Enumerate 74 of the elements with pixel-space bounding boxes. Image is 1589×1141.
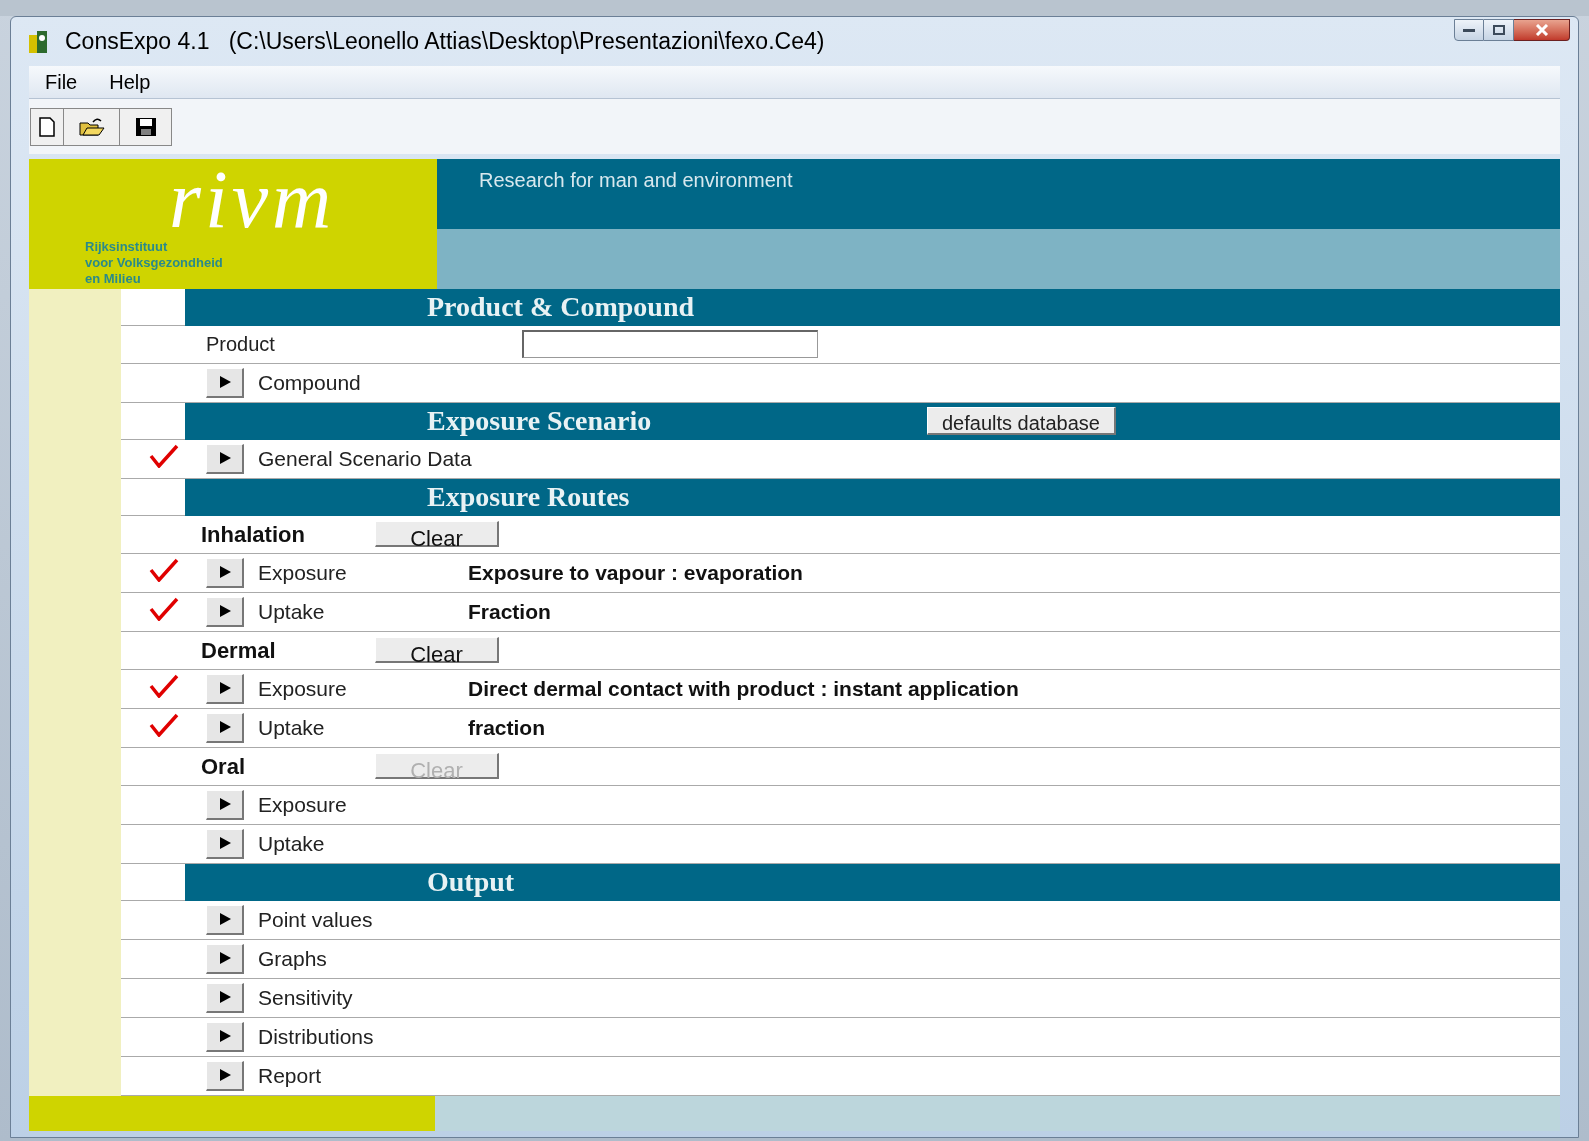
play-arrow-icon	[217, 797, 232, 812]
expand-button[interactable]	[206, 789, 244, 820]
item-value: Direct dermal contact with product : instant application	[468, 675, 1019, 702]
section-title: Exposure Scenario	[427, 404, 653, 439]
play-arrow-icon	[217, 1068, 232, 1083]
item-label: Compound	[258, 369, 362, 396]
play-arrow-icon	[217, 836, 232, 851]
play-arrow-icon	[217, 912, 232, 927]
menu-item[interactable]: Help	[99, 67, 161, 98]
institute-name-line: en Milieu	[85, 271, 142, 288]
expand-button[interactable]	[206, 596, 244, 627]
play-arrow-icon	[217, 990, 232, 1005]
defaults-database-button[interactable]: defaults database	[927, 407, 1116, 436]
expand-button[interactable]	[206, 1021, 244, 1052]
item-label: Sensitivity	[258, 984, 354, 1011]
section-title: Exposure Routes	[427, 480, 631, 515]
section-title: Product & Compound	[427, 290, 696, 325]
minimize-button[interactable]	[1454, 19, 1484, 41]
tagline: Research for man and environment	[479, 169, 793, 192]
expand-button[interactable]	[206, 673, 244, 704]
clear-button[interactable]: Clear	[375, 521, 499, 548]
new-file-button[interactable]	[30, 107, 64, 146]
play-arrow-icon	[217, 720, 232, 735]
item-value: fraction	[468, 714, 545, 741]
maximize-button[interactable]	[1484, 19, 1514, 41]
expand-button[interactable]	[206, 712, 244, 743]
section-title: Output	[427, 865, 516, 900]
logo-text: rivm	[169, 159, 336, 242]
item-label: Report	[258, 1062, 323, 1089]
open-file-button[interactable]	[64, 107, 120, 146]
route-label: Dermal	[201, 636, 277, 665]
expand-button[interactable]	[206, 982, 244, 1013]
item-label: Exposure	[258, 559, 348, 586]
folder-icon	[78, 116, 105, 137]
close-icon	[1534, 24, 1549, 36]
expand-button[interactable]	[206, 943, 244, 974]
floppy-icon	[134, 116, 157, 137]
expand-button[interactable]	[206, 1060, 244, 1091]
item-label: Point values	[258, 906, 374, 933]
clear-button[interactable]: Clear	[375, 637, 499, 664]
save-file-button[interactable]	[120, 107, 172, 146]
expand-button[interactable]	[206, 904, 244, 935]
item-label: Exposure	[258, 791, 348, 818]
route-label: Inhalation	[201, 520, 306, 549]
play-arrow-icon	[217, 565, 232, 580]
item-label: Distributions	[258, 1023, 375, 1050]
play-arrow-icon	[217, 604, 232, 619]
expand-button[interactable]	[206, 443, 244, 474]
item-label: Uptake	[258, 830, 326, 857]
item-value: Fraction	[468, 598, 551, 625]
field-label: Product	[206, 332, 276, 358]
expand-button[interactable]	[206, 557, 244, 588]
menu-item[interactable]: File	[35, 67, 88, 98]
play-arrow-icon	[217, 681, 232, 696]
expand-button[interactable]	[206, 828, 244, 859]
institute-name-line: Rijksinstituut	[85, 239, 169, 256]
page-icon	[38, 116, 56, 137]
clear-button: Clear	[375, 753, 499, 780]
product-input-field[interactable]	[522, 330, 818, 359]
item-label: Uptake	[258, 598, 326, 625]
play-arrow-icon	[217, 951, 232, 966]
item-label: Exposure	[258, 675, 348, 702]
institute-name-line: voor Volksgezondheid	[85, 255, 223, 272]
close-button[interactable]	[1514, 19, 1570, 41]
item-label: Uptake	[258, 714, 326, 741]
play-arrow-icon	[217, 375, 232, 390]
route-label: Oral	[201, 752, 247, 781]
window-title: ConsExpo 4.1 (C:\Users\Leonello Attias\Desktop\Presentazioni\fexo.Ce4)	[65, 27, 825, 57]
item-label: Graphs	[258, 945, 328, 972]
item-value: Exposure to vapour : evaporation	[468, 559, 803, 586]
play-arrow-icon	[217, 1029, 232, 1044]
play-arrow-icon	[217, 451, 232, 466]
expand-button[interactable]	[206, 367, 244, 398]
item-label: General Scenario Data	[258, 445, 473, 472]
